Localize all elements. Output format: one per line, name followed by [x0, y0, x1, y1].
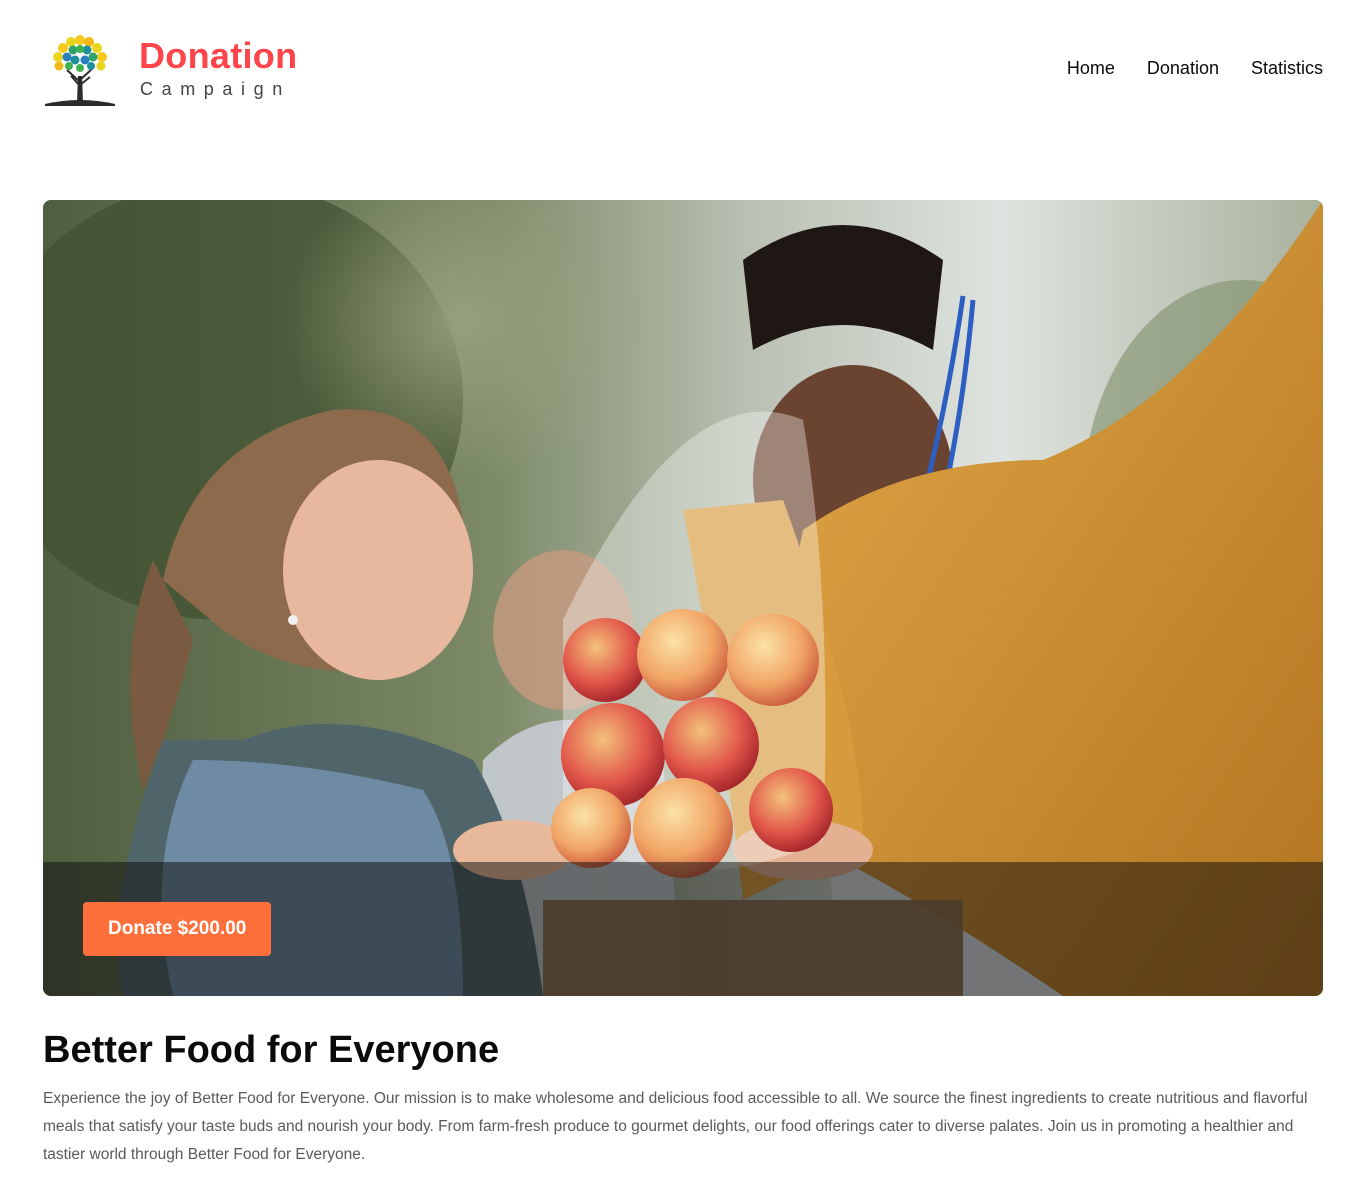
campaign-title: Better Food for Everyone	[43, 1029, 500, 1071]
hero-overlay: Donate $200.00	[43, 862, 1323, 996]
donate-button[interactable]: Donate $200.00	[83, 902, 272, 956]
campaign-description: Experience the joy of Better Food for Ev…	[43, 1090, 1308, 1163]
campaign-hero: Donate $200.00	[43, 200, 1323, 996]
brand-logo[interactable]: Donation Campaign	[43, 28, 323, 108]
tree-icon	[45, 35, 115, 106]
nav-statistics[interactable]: Statistics	[1251, 56, 1323, 80]
nav-donation[interactable]: Donation	[1147, 56, 1219, 80]
brand-title: Donation	[139, 35, 298, 76]
brand-subtitle: Campaign	[140, 79, 291, 99]
site-header: Donation Campaign Home Donation Statisti…	[43, 28, 1323, 108]
nav-home[interactable]: Home	[1067, 56, 1115, 80]
main-nav: Home Donation Statistics	[1067, 56, 1323, 80]
